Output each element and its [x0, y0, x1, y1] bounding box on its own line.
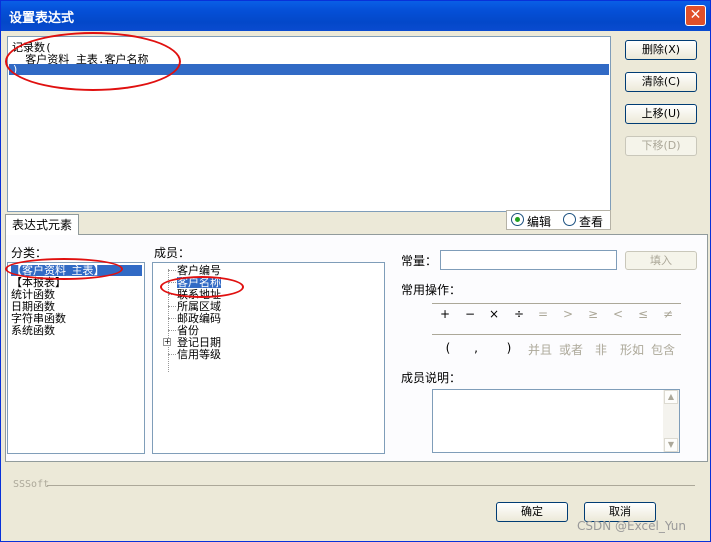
- category-label: 分类：: [11, 246, 48, 260]
- members-label: 成员：: [154, 246, 191, 260]
- view-radio-label[interactable]: 查看: [579, 213, 603, 230]
- member-item-customer-name[interactable]: 客户名称: [177, 277, 221, 288]
- mode-radio-group: 编辑 查看: [506, 210, 611, 230]
- member-item-register-date[interactable]: 登记日期: [177, 337, 221, 348]
- tree-connector: [168, 294, 176, 295]
- member-desc-label: 成员说明：: [401, 371, 462, 385]
- op-like[interactable]: 形如: [620, 341, 644, 358]
- member-description-box[interactable]: ▲ ▼: [432, 389, 680, 453]
- op-left-paren[interactable]: (: [438, 341, 458, 355]
- category-item-this-report[interactable]: 【本报表】: [11, 277, 66, 288]
- scroll-down-icon[interactable]: ▼: [664, 438, 678, 452]
- tree-connector: [168, 306, 176, 307]
- expression-line-3: ): [12, 63, 19, 76]
- members-tree[interactable]: 客户编号 客户名称 联系地址 所属区域 邮政编码 省份 + 登记日期 信用等级: [152, 262, 385, 454]
- op-equal[interactable]: =: [533, 307, 553, 321]
- move-up-button[interactable]: 上移(U): [625, 104, 697, 124]
- title-bar[interactable]: 设置表达式 ✕: [1, 1, 710, 31]
- op-divide[interactable]: ÷: [509, 307, 529, 321]
- category-item-date-functions[interactable]: 日期函数: [11, 301, 55, 312]
- edit-radio[interactable]: [511, 213, 524, 226]
- window-title: 设置表达式: [9, 11, 75, 26]
- op-less-equal[interactable]: ≤: [633, 307, 653, 321]
- op-contains[interactable]: 包含: [651, 341, 675, 358]
- member-item-province[interactable]: 省份: [177, 325, 199, 336]
- tree-connector: [168, 270, 176, 271]
- category-item-system-functions[interactable]: 系统函数: [11, 325, 55, 336]
- op-plus[interactable]: +: [435, 307, 455, 321]
- member-item-credit-level[interactable]: 信用等级: [177, 349, 221, 360]
- edit-radio-label[interactable]: 编辑: [527, 213, 551, 230]
- category-item-string-functions[interactable]: 字符串函数: [11, 313, 66, 324]
- tree-connector: [168, 318, 176, 319]
- tab-expression-elements[interactable]: 表达式元素: [5, 214, 79, 235]
- operations-label: 常用操作：: [401, 283, 462, 297]
- operations-bottom-divider: [432, 334, 681, 335]
- category-item-stat-functions[interactable]: 统计函数: [11, 289, 55, 300]
- member-item-address[interactable]: 联系地址: [177, 289, 221, 300]
- constant-input[interactable]: [440, 250, 617, 270]
- watermark: CSDN @Excel_Yun: [577, 519, 686, 533]
- op-less[interactable]: <: [608, 307, 628, 321]
- category-item-customer-main[interactable]: 【客户资料_主表】: [11, 265, 142, 276]
- member-item-customer-id[interactable]: 客户编号: [177, 265, 221, 276]
- expression-editor[interactable]: 记录数( 客户资料_主表.客户名称 ): [7, 36, 611, 212]
- scroll-up-icon[interactable]: ▲: [664, 390, 678, 404]
- move-down-button[interactable]: 下移(D): [625, 136, 697, 156]
- op-minus[interactable]: −: [460, 307, 480, 321]
- op-comma[interactable]: ,: [466, 341, 486, 355]
- close-icon[interactable]: ✕: [685, 5, 706, 26]
- op-not-equal[interactable]: ≠: [658, 307, 678, 321]
- expression-selection: [9, 64, 609, 75]
- tree-connector: [168, 354, 176, 355]
- tree-guide-line: [168, 269, 169, 372]
- description-scrollbar[interactable]: ▲ ▼: [663, 390, 679, 452]
- tree-connector: [168, 330, 176, 331]
- op-not[interactable]: 非: [595, 341, 607, 358]
- brand-label: SSSoft: [13, 479, 50, 490]
- clear-button[interactable]: 清除(C): [625, 72, 697, 92]
- view-radio[interactable]: [563, 213, 576, 226]
- dialog-window: 设置表达式 ✕ 记录数( 客户资料_主表.客户名称 ) 删除(X) 清除(C) …: [0, 0, 711, 542]
- op-greater-equal[interactable]: ≥: [583, 307, 603, 321]
- op-greater[interactable]: >: [558, 307, 578, 321]
- operations-top-divider: [432, 303, 681, 304]
- op-or[interactable]: 或者: [559, 341, 583, 358]
- op-right-paren[interactable]: ): [499, 341, 519, 355]
- delete-button[interactable]: 删除(X): [625, 40, 697, 60]
- member-item-region[interactable]: 所属区域: [177, 301, 221, 312]
- ok-button[interactable]: 确定: [496, 502, 568, 522]
- category-list[interactable]: 【客户资料_主表】 【本报表】 统计函数 日期函数 字符串函数 系统函数: [7, 262, 145, 454]
- op-multiply[interactable]: ×: [484, 307, 504, 321]
- constant-label: 常量：: [401, 254, 438, 268]
- footer-divider: [47, 485, 695, 486]
- op-and[interactable]: 并且: [528, 341, 552, 358]
- fill-button[interactable]: 填入: [625, 251, 697, 270]
- tree-connector: [168, 282, 176, 283]
- expand-plus-icon[interactable]: +: [163, 338, 171, 346]
- member-item-postcode[interactable]: 邮政编码: [177, 313, 221, 324]
